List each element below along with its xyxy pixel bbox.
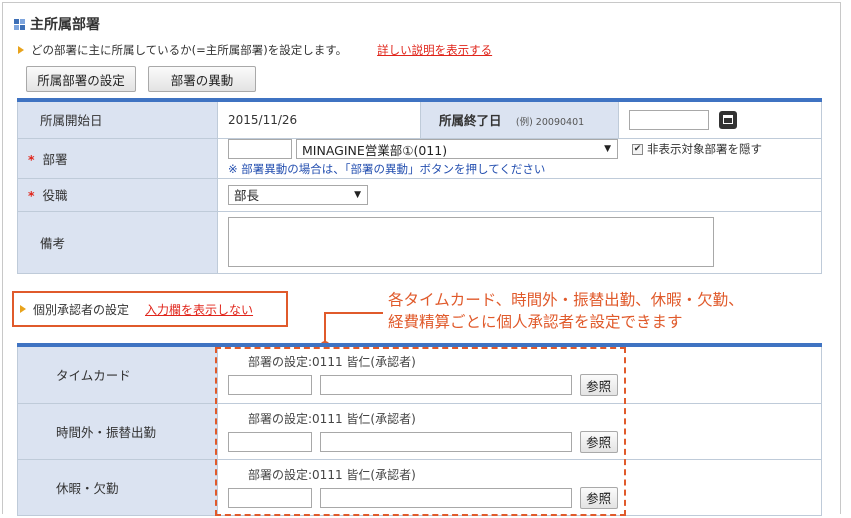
row-remarks: 備考 xyxy=(17,210,822,274)
required-mark: * xyxy=(28,188,35,203)
hide-input-link[interactable]: 入力欄を表示しない xyxy=(145,301,253,318)
dept-code-input[interactable] xyxy=(228,139,292,159)
required-mark: * xyxy=(28,151,35,167)
end-date-input[interactable] xyxy=(629,109,709,130)
start-date-label: 所属開始日 xyxy=(17,99,218,139)
remarks-textarea[interactable] xyxy=(228,217,714,267)
hide-hidden-dept-option[interactable]: ✔ 非表示対象部署を隠す xyxy=(632,141,762,157)
chevron-down-icon: ▼ xyxy=(354,189,361,200)
position-select[interactable]: 部長 ▼ xyxy=(228,184,368,205)
end-date-hint: (例) 20090401 xyxy=(515,117,585,129)
approver-highlight-box xyxy=(215,347,626,516)
dept-transfer-button[interactable]: 部署の異動 xyxy=(148,66,256,92)
calendar-icon[interactable] xyxy=(718,110,737,129)
triangle-bullet-icon xyxy=(18,46,24,54)
main-dept-setting-button[interactable]: 所属部署の設定 xyxy=(26,66,136,92)
end-date-label: 所属終了日 xyxy=(439,113,502,129)
start-date-value: 2015/11/26 xyxy=(217,99,421,139)
remarks-cell xyxy=(217,210,822,274)
section-header: 主所属部署 xyxy=(14,14,100,34)
checkbox-checked-icon[interactable]: ✔ xyxy=(632,143,643,155)
leave-label: 休暇・欠勤 xyxy=(17,458,218,516)
end-date-cell xyxy=(618,99,822,139)
position-label: 役職 xyxy=(42,188,68,203)
end-date-label-cell: 所属終了日 (例) 20090401 xyxy=(420,99,619,139)
dept-transfer-note: ※ 部署異動の場合は、「部署の異動」ボタンを押してください xyxy=(228,162,546,176)
callout-line-2: 経費精算ごとに個人承認者を設定できます xyxy=(388,313,683,331)
individual-approver-toggle: 個別承認者の設定 入力欄を表示しない xyxy=(12,291,288,327)
callout-annotation: 各タイムカード、時間外・振替出勤、休暇・欠勤、 経費精算ごとに個人承認者を設定で… xyxy=(388,289,744,333)
row-dept: * 部署 MINAGINE営業部①(011) ▼ ✔ 非表示対象部署を隠す ※ … xyxy=(17,137,822,179)
dept-select[interactable]: MINAGINE営業部①(011) ▼ xyxy=(296,139,618,159)
grid-icon xyxy=(14,18,25,30)
remarks-label: 備考 xyxy=(17,210,218,274)
callout-leader-vertical xyxy=(324,312,326,344)
row-position: * 役職 部長 ▼ xyxy=(17,177,822,212)
dept-label-cell: * 部署 xyxy=(17,137,218,179)
main-dept-form: 所属開始日 2015/11/26 所属終了日 (例) 20090401 * 部署… xyxy=(17,98,822,274)
position-value-cell: 部長 ▼ xyxy=(217,177,822,212)
individual-approver-label: 個別承認者の設定 xyxy=(33,302,130,317)
details-link[interactable]: 詳しい説明を表示する xyxy=(377,42,492,58)
hide-hidden-dept-label: 非表示対象部署を隠す xyxy=(647,142,762,156)
section-title: 主所属部署 xyxy=(30,17,100,33)
position-label-cell: * 役職 xyxy=(17,177,218,212)
callout-line-1: 各タイムカード、時間外・振替出勤、休暇・欠勤、 xyxy=(388,291,744,309)
row-period: 所属開始日 2015/11/26 所属終了日 (例) 20090401 xyxy=(17,99,822,139)
dept-select-value: MINAGINE営業部①(011) xyxy=(302,142,448,158)
triangle-bullet-icon xyxy=(20,305,26,313)
timecard-label: タイムカード xyxy=(17,344,218,404)
dept-label: 部署 xyxy=(42,151,68,167)
chevron-down-icon: ▼ xyxy=(604,144,611,154)
overtime-label: 時間外・振替出勤 xyxy=(17,402,218,460)
description-text: どの部署に主に所属しているか(=主所属部署)を設定します。 xyxy=(31,43,348,57)
section-description: どの部署に主に所属しているか(=主所属部署)を設定します。 詳しい説明を表示する xyxy=(18,42,492,58)
callout-leader-horizontal xyxy=(326,312,383,314)
dept-value-cell: MINAGINE営業部①(011) ▼ ✔ 非表示対象部署を隠す ※ 部署異動の… xyxy=(217,137,822,179)
position-select-value: 部長 xyxy=(234,188,260,203)
dept-controls: MINAGINE営業部①(011) ▼ ✔ 非表示対象部署を隠す xyxy=(228,139,821,159)
